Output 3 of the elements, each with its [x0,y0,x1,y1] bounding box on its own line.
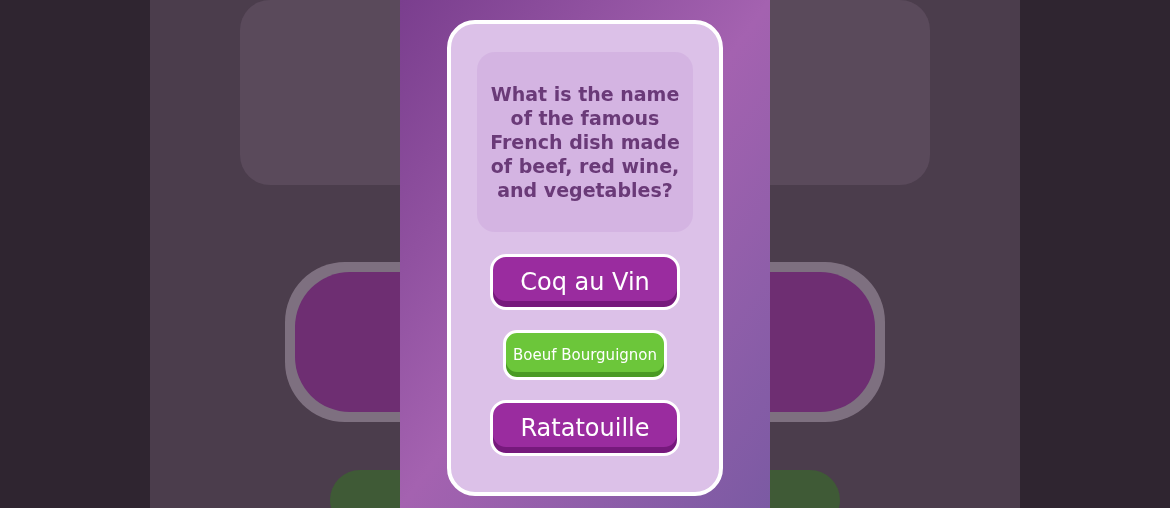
answer-button[interactable]: Coq au Vin [490,254,680,310]
question-text: What is the name of the famous French dish made of beef, red wine, and vegetables? [477,52,693,232]
answer-button[interactable]: Ratatouille [490,400,680,456]
